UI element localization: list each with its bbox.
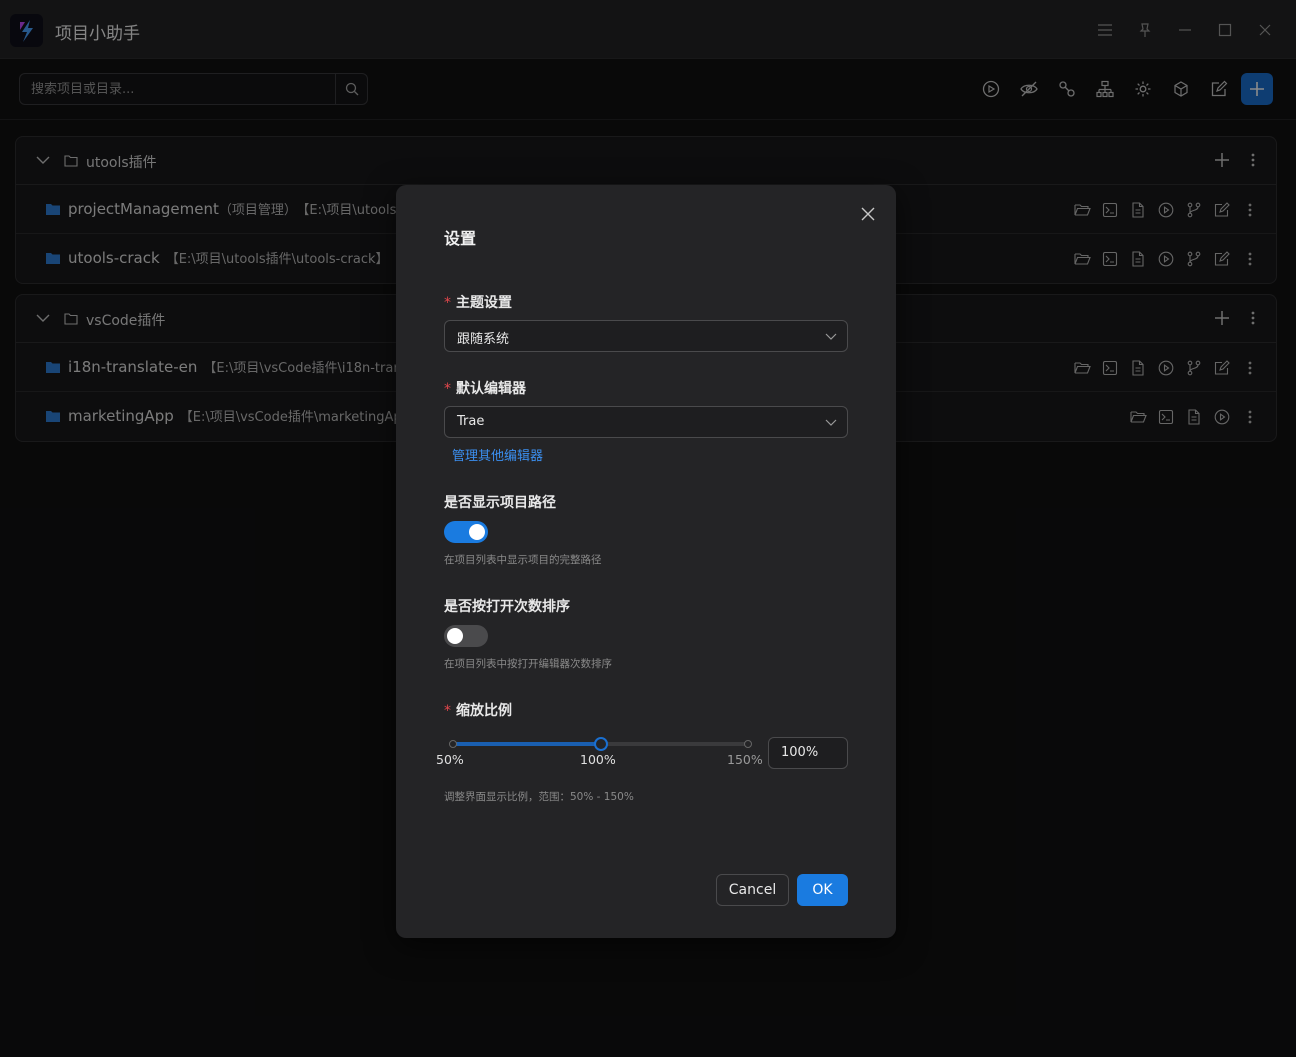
settings-dialog: 设置 * 主题设置 跟随系统 * 默认编辑器 Trae 管理其他编辑器 是否显示项目… <box>396 185 896 938</box>
theme-label: 主题设置 <box>456 295 512 311</box>
sort-by-open-label: 是否按打开次数排序 <box>444 599 570 615</box>
zoom-mark-mid: 100% <box>580 752 616 767</box>
show-path-toggle[interactable] <box>444 521 488 543</box>
sort-by-open-help: 在项目列表中按打开编辑器次数排序 <box>444 658 612 670</box>
chevron-down-icon <box>825 419 837 426</box>
editor-select-value: Trae <box>457 414 485 429</box>
zoom-input[interactable]: 100% <box>768 737 848 769</box>
cancel-button[interactable]: Cancel <box>716 874 789 906</box>
manage-editors-link[interactable]: 管理其他编辑器 <box>452 445 543 464</box>
zoom-label: 缩放比例 <box>456 703 512 719</box>
required-mark: * <box>444 703 451 719</box>
editor-label: 默认编辑器 <box>456 381 526 397</box>
zoom-slider-mark-dot <box>449 740 457 748</box>
ok-button[interactable]: OK <box>797 874 848 906</box>
sort-by-open-toggle[interactable] <box>444 625 488 647</box>
dialog-title: 设置 <box>444 229 477 248</box>
close-icon[interactable] <box>858 204 878 224</box>
show-path-label: 是否显示项目路径 <box>444 495 556 511</box>
zoom-slider[interactable] <box>449 737 752 751</box>
theme-select[interactable]: 跟随系统 <box>444 320 848 352</box>
zoom-mark-max: 150% <box>727 752 763 767</box>
chevron-down-icon <box>825 333 837 340</box>
theme-select-value: 跟随系统 <box>457 332 510 347</box>
zoom-help: 调整界面显示比例，范围：50% - 150% <box>444 791 634 803</box>
required-mark: * <box>444 295 451 311</box>
zoom-slider-mark-dot <box>744 740 752 748</box>
zoom-mark-min: 50% <box>436 752 464 767</box>
show-path-help: 在项目列表中显示项目的完整路径 <box>444 554 602 566</box>
editor-select[interactable]: Trae <box>444 406 848 438</box>
zoom-slider-fill <box>453 742 601 746</box>
zoom-slider-handle[interactable] <box>593 737 608 751</box>
required-mark: * <box>444 381 451 397</box>
